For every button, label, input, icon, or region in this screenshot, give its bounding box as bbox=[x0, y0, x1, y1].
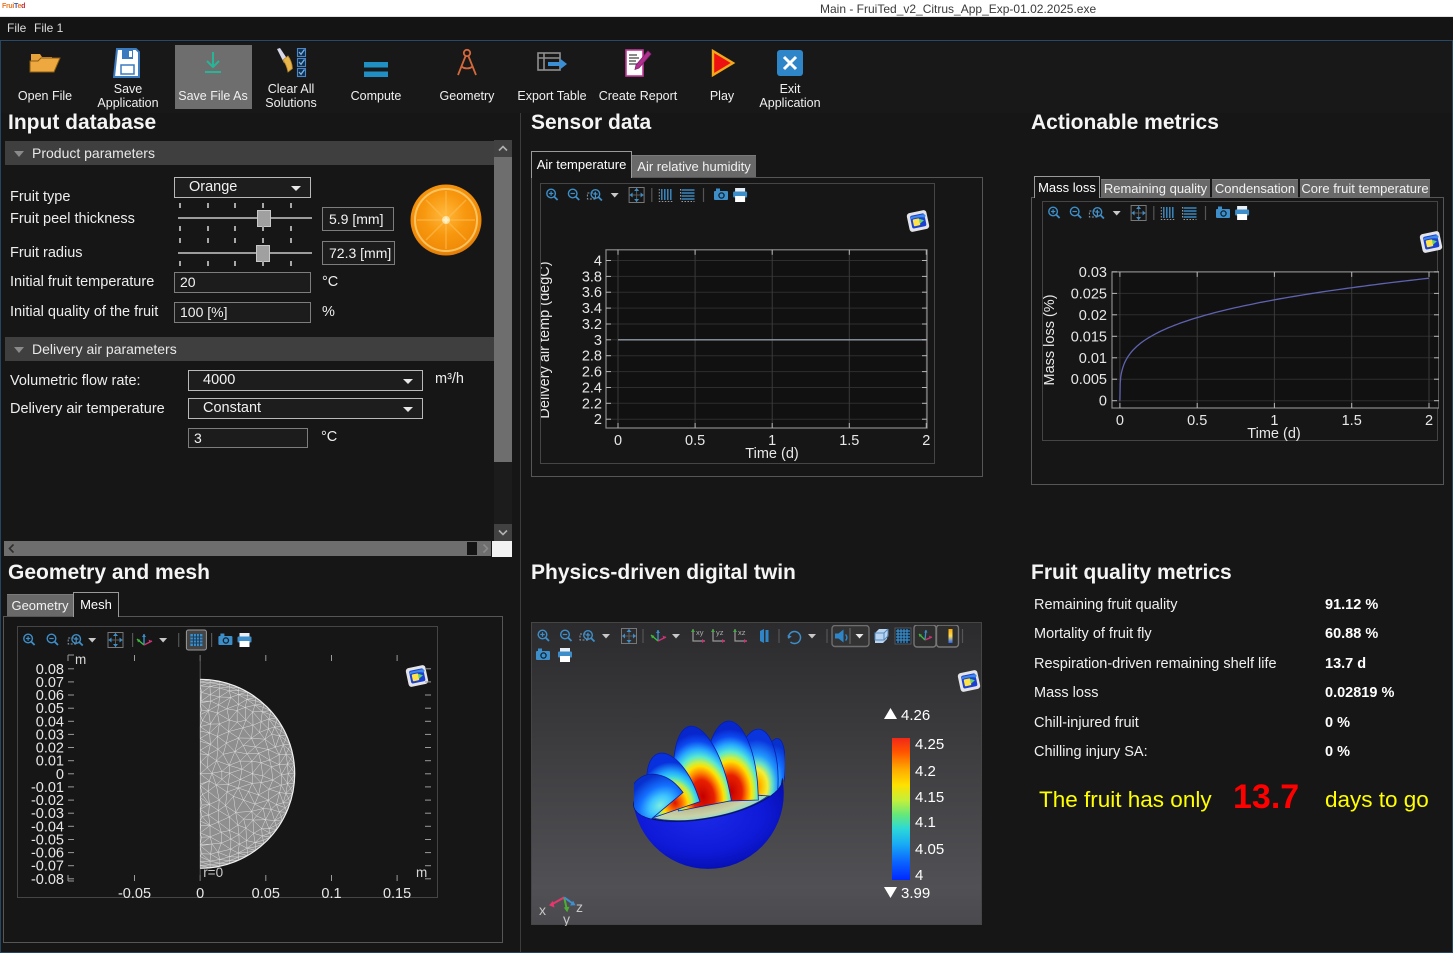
svg-text:-0.05: -0.05 bbox=[118, 886, 151, 899]
svg-text:4.05: 4.05 bbox=[915, 841, 944, 858]
svg-text:3: 3 bbox=[594, 333, 602, 349]
svg-text:0: 0 bbox=[614, 433, 622, 449]
svg-text:0.015: 0.015 bbox=[1071, 329, 1107, 345]
svg-text:2.6: 2.6 bbox=[582, 365, 602, 381]
svg-text:3.8: 3.8 bbox=[582, 269, 602, 285]
svg-text:4.26: 4.26 bbox=[901, 707, 930, 724]
svg-text:x: x bbox=[539, 902, 546, 918]
svg-text:m: m bbox=[416, 865, 427, 880]
svg-text:2: 2 bbox=[922, 433, 930, 449]
svg-text:3.6: 3.6 bbox=[582, 285, 602, 301]
svg-text:y: y bbox=[563, 911, 570, 926]
svg-text:2: 2 bbox=[594, 412, 602, 428]
svg-text:0.1: 0.1 bbox=[321, 886, 341, 899]
svg-text:0: 0 bbox=[196, 886, 204, 899]
svg-text:3.2: 3.2 bbox=[582, 317, 602, 333]
svg-text:3.99: 3.99 bbox=[901, 885, 930, 902]
svg-text:Time (d): Time (d) bbox=[745, 446, 798, 462]
svg-text:0.15: 0.15 bbox=[383, 886, 411, 899]
svg-text:0.01: 0.01 bbox=[1079, 351, 1107, 367]
svg-text:4.2: 4.2 bbox=[915, 763, 936, 780]
svg-text:0.5: 0.5 bbox=[1187, 413, 1207, 429]
svg-text:4.25: 4.25 bbox=[915, 736, 944, 753]
svg-text:0.005: 0.005 bbox=[1071, 372, 1107, 388]
svg-text:4.15: 4.15 bbox=[915, 789, 944, 806]
svg-text:Time (d): Time (d) bbox=[1247, 426, 1300, 442]
svg-text:Delivery air temp (degC): Delivery air temp (degC) bbox=[541, 261, 553, 418]
svg-text:0.05: 0.05 bbox=[252, 886, 280, 899]
svg-text:3.4: 3.4 bbox=[582, 301, 602, 317]
svg-text:2.4: 2.4 bbox=[582, 381, 602, 397]
svg-text:0.02: 0.02 bbox=[1079, 308, 1107, 324]
svg-text:2.8: 2.8 bbox=[582, 349, 602, 365]
svg-text:r=0: r=0 bbox=[203, 865, 223, 880]
svg-text:1.5: 1.5 bbox=[1342, 413, 1362, 429]
svg-text:-0.08: -0.08 bbox=[31, 872, 64, 888]
svg-text:0.5: 0.5 bbox=[685, 433, 705, 449]
svg-text:1.5: 1.5 bbox=[839, 433, 859, 449]
svg-text:Mass loss (%): Mass loss (%) bbox=[1043, 294, 1058, 385]
svg-text:z: z bbox=[576, 899, 583, 915]
svg-text:4: 4 bbox=[915, 867, 923, 884]
svg-text:4: 4 bbox=[594, 254, 602, 270]
svg-text:4.1: 4.1 bbox=[915, 814, 936, 831]
svg-text:2: 2 bbox=[1425, 413, 1433, 429]
svg-text:0.025: 0.025 bbox=[1071, 286, 1107, 302]
svg-text:0: 0 bbox=[1099, 394, 1107, 410]
svg-text:0.03: 0.03 bbox=[1079, 265, 1107, 281]
svg-text:0: 0 bbox=[1116, 413, 1124, 429]
svg-text:m: m bbox=[75, 652, 86, 667]
svg-text:2.2: 2.2 bbox=[582, 396, 602, 412]
